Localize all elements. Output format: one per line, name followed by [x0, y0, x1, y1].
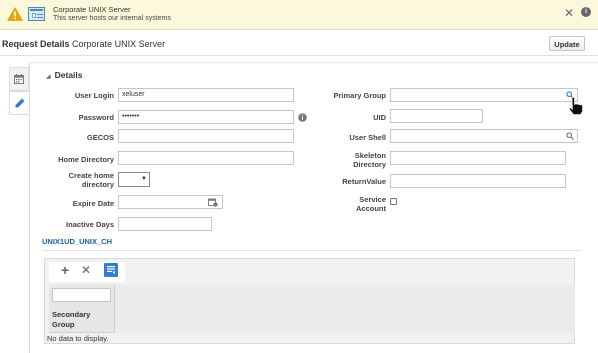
hand-cursor-icon [568, 97, 583, 115]
home-directory-label: Home Directory [58, 155, 114, 164]
column-label-secondary-group: Secondary Group [52, 310, 91, 330]
details-section-header[interactable]: ◢ Details [46, 70, 83, 80]
user-login-input[interactable]: xeluser [118, 88, 294, 102]
primary-group-input[interactable] [390, 88, 578, 102]
banner-title: Corporate UNIX Server [53, 5, 131, 14]
chevron-down-icon: ▼ [141, 176, 147, 182]
gecos-label: GECOS [86, 133, 114, 142]
detach-glyph-icon [107, 266, 116, 274]
user-shell-label: User Shell [349, 133, 386, 142]
gecos-input[interactable] [118, 129, 294, 143]
inactive-days-label: Inactive Days [66, 220, 114, 229]
service-account-checkbox[interactable] [390, 198, 397, 205]
detach-icon[interactable] [104, 263, 118, 277]
page-title-bold: Request Details [2, 39, 70, 49]
header-divider [0, 55, 598, 56]
password-label: Password [78, 113, 114, 122]
table-bottom-border [44, 343, 575, 344]
primary-group-label: Primary Group [333, 91, 386, 100]
return-value-input[interactable] [390, 174, 566, 188]
service-account-label: Service Account [356, 195, 386, 214]
column-filter-input[interactable] [52, 288, 111, 302]
server-icon [28, 7, 45, 21]
plus-icon[interactable]: + [61, 263, 69, 277]
collapse-triangle-icon[interactable]: ◢ [46, 74, 51, 80]
user-shell-input[interactable] [390, 129, 578, 143]
info-icon[interactable]: i [581, 7, 591, 17]
uid-label: UID [373, 113, 386, 122]
tab-edit[interactable] [9, 91, 29, 115]
empty-table-message: No data to display. [47, 334, 109, 343]
home-directory-input[interactable] [118, 151, 294, 165]
calendar-picker-icon[interactable] [208, 198, 218, 207]
info-icon[interactable] [298, 113, 307, 122]
child-form-divider [42, 250, 582, 251]
child-form-link[interactable]: UNIX1UD_UNIX_CH [42, 237, 112, 246]
warning-icon [7, 7, 23, 21]
section-title: Details [54, 70, 83, 80]
user-login-label: User Login [74, 91, 114, 100]
uid-input[interactable] [390, 109, 483, 123]
password-input[interactable]: ••••••• [118, 110, 294, 124]
table-header-strip [49, 285, 575, 333]
search-icon[interactable] [566, 132, 574, 140]
tab-calendar[interactable] [9, 67, 29, 91]
return-value-label: ReturnValue [342, 177, 386, 186]
calendar-icon [14, 74, 24, 84]
close-icon[interactable]: ✕ [564, 7, 574, 19]
update-button[interactable]: Update [549, 36, 585, 51]
skeleton-directory-label: Skeleton Directory [353, 151, 386, 170]
skeleton-directory-input[interactable] [390, 151, 566, 165]
expire-date-label: Expire Date [72, 199, 114, 208]
page-title: Request Details Corporate UNIX Server [2, 39, 165, 49]
create-home-directory-label: Create home directory [68, 171, 114, 190]
delete-icon[interactable]: ✕ [81, 264, 91, 276]
create-home-directory-select[interactable]: ▼ [118, 172, 150, 187]
pencil-icon [15, 98, 25, 108]
notification-banner: Corporate UNIX Server This server hosts … [0, 0, 598, 30]
page-title-subject: Corporate UNIX Server [72, 39, 166, 49]
inactive-days-input[interactable] [118, 217, 212, 231]
banner-subtitle: This server hosts our internal systems [53, 15, 171, 22]
